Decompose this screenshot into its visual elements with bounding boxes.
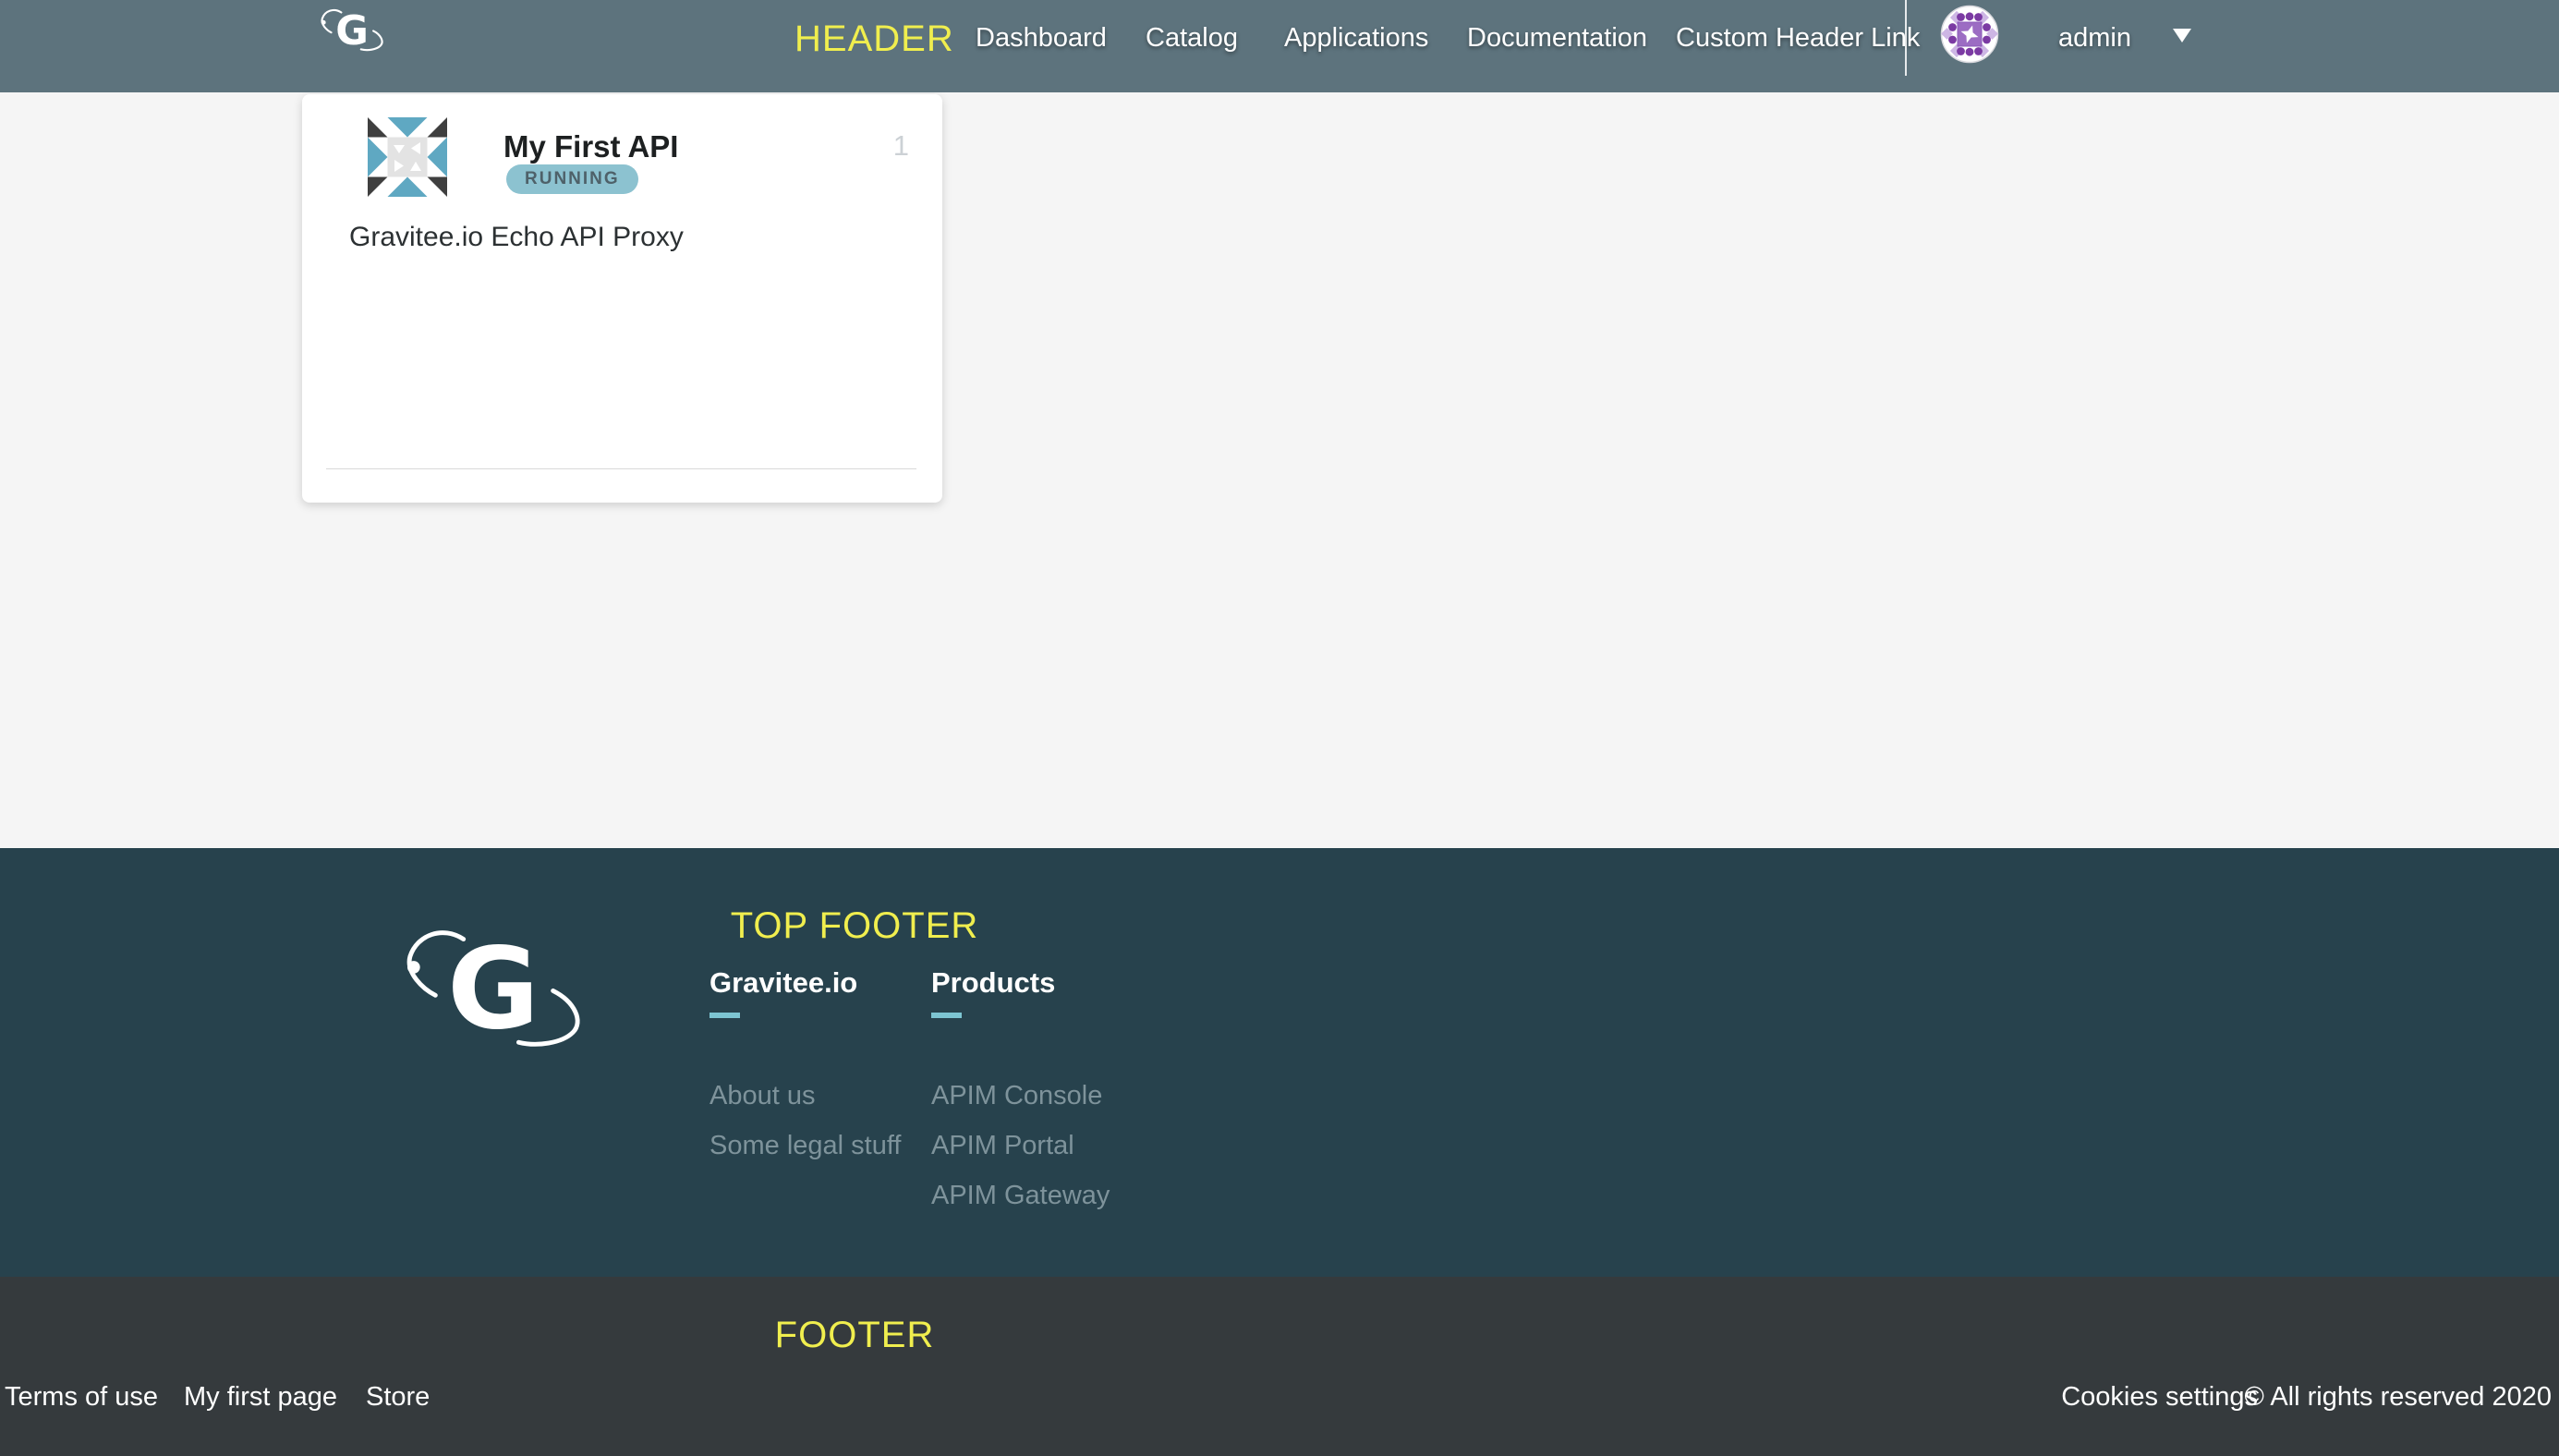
- status-badge: RUNNING: [506, 164, 638, 194]
- svg-text:G: G: [447, 924, 540, 1051]
- page-title: HEADER: [794, 18, 954, 60]
- footer-link-my-first-page[interactable]: My first page: [184, 1382, 337, 1413]
- footer-link-apim-portal[interactable]: APIM Portal: [931, 1131, 1144, 1161]
- gravitee-logo: G: [320, 6, 384, 53]
- nav-item-catalog[interactable]: Catalog: [1146, 23, 1238, 54]
- footer-column-products: Products APIM Console APIM Portal APIM G…: [931, 968, 1144, 1231]
- main-content: My First API RUNNING 1 Gravitee.io Echo …: [0, 92, 2559, 848]
- nav-item-custom-header-link[interactable]: Custom Header Link: [1676, 23, 1920, 54]
- footer-link-store[interactable]: Store: [366, 1382, 430, 1413]
- gravitee-logo-footer: G: [403, 920, 584, 1051]
- footer-link-apim-gateway[interactable]: APIM Gateway: [931, 1181, 1144, 1211]
- footer-column-heading: Gravitee.io: [709, 968, 922, 998]
- footer-link-apim-console[interactable]: APIM Console: [931, 1081, 1144, 1111]
- copyright-text: © All rights reserved 2020: [2245, 1382, 2552, 1413]
- footer-link-legal[interactable]: Some legal stuff: [709, 1131, 922, 1161]
- api-card-title: My First API: [503, 129, 678, 164]
- card-divider: [326, 468, 916, 469]
- nav-item-dashboard[interactable]: Dashboard: [976, 23, 1107, 54]
- top-footer-title: TOP FOOTER: [731, 905, 979, 947]
- api-count: 1: [893, 129, 909, 163]
- nav-item-applications[interactable]: Applications: [1284, 23, 1428, 54]
- footer-column-heading: Products: [931, 968, 1144, 998]
- footer-link-terms-of-use[interactable]: Terms of use: [5, 1382, 158, 1413]
- footer-link-about-us[interactable]: About us: [709, 1081, 922, 1111]
- top-footer: G TOP FOOTER Gravitee.io About us Some l…: [0, 848, 2559, 1277]
- heading-underline-dash: [931, 1013, 962, 1018]
- nav-item-documentation[interactable]: Documentation: [1467, 23, 1647, 54]
- top-navbar: G HEADER Dashboard Catalog Applications …: [0, 0, 2559, 92]
- chevron-down-icon[interactable]: [2173, 29, 2191, 42]
- api-identicon-icon: [368, 117, 447, 197]
- bottom-footer-title: FOOTER: [775, 1315, 935, 1356]
- footer-link-cookies-settings[interactable]: Cookies settings: [2061, 1382, 2258, 1413]
- header-divider: [1905, 0, 1907, 76]
- heading-underline-dash: [709, 1013, 740, 1018]
- footer-column-gravitee: Gravitee.io About us Some legal stuff: [709, 968, 922, 1181]
- bottom-footer: FOOTER Terms of use My first page Store …: [0, 1277, 2559, 1456]
- api-card-description: Gravitee.io Echo API Proxy: [349, 222, 684, 253]
- user-menu-label[interactable]: admin: [2058, 23, 2131, 54]
- user-avatar[interactable]: [1940, 5, 1999, 64]
- api-card[interactable]: My First API RUNNING 1 Gravitee.io Echo …: [302, 94, 942, 503]
- svg-text:G: G: [335, 8, 369, 53]
